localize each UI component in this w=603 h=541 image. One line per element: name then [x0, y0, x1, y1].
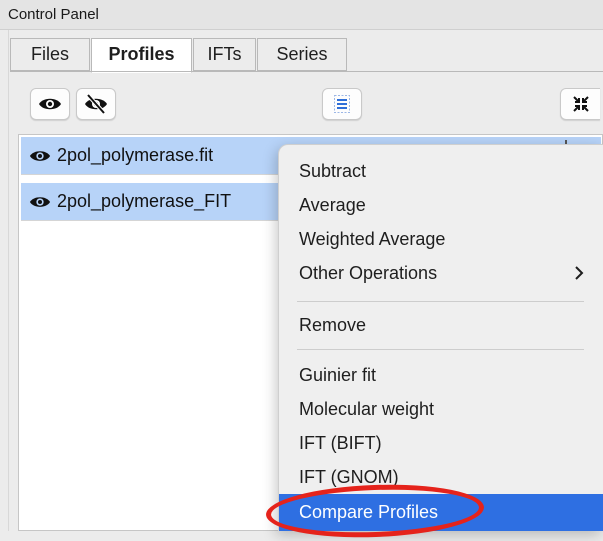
profile-name: 2pol_polymerase.fit [57, 145, 214, 165]
show-all-button[interactable] [30, 88, 70, 120]
menu-item-weighted-average[interactable]: Weighted Average [279, 223, 603, 255]
eye-icon [39, 98, 61, 110]
menu-item-remove[interactable]: Remove [279, 309, 603, 341]
menu-item-ift-gnom[interactable]: IFT (GNOM) [279, 461, 603, 493]
tab-profiles[interactable]: Profiles [91, 38, 192, 73]
menu-item-molecular-weight[interactable]: Molecular weight [279, 393, 603, 425]
panel-left-border [8, 30, 9, 531]
tab-bar: Files Profiles IFTs Series [10, 38, 603, 74]
menu-item-subtract[interactable]: Subtract [279, 155, 603, 187]
menu-item-other-operations[interactable]: Other Operations [279, 257, 603, 289]
menu-item-average[interactable]: Average [279, 189, 603, 221]
context-menu: Subtract Average Weighted Average Other … [278, 144, 603, 531]
eye-icon[interactable] [29, 148, 51, 164]
tab-files[interactable]: Files [10, 38, 90, 71]
menu-item-label: Other Operations [299, 263, 438, 283]
profile-item[interactable]: 2pol_polymerase_FIT [21, 183, 279, 221]
menu-item-ift-bift[interactable]: IFT (BIFT) [279, 427, 603, 459]
tab-divider [10, 71, 603, 72]
menu-separator [297, 349, 584, 350]
collapse-icon [572, 96, 589, 112]
tab-ifts[interactable]: IFTs [193, 38, 256, 71]
eye-icon[interactable] [29, 194, 51, 210]
menu-item-compare-profiles[interactable]: Compare Profiles [279, 494, 603, 531]
profile-name: 2pol_polymerase_FIT [57, 191, 232, 211]
menu-item-guinier-fit[interactable]: Guinier fit [279, 359, 603, 391]
collapse-all-button[interactable] [560, 88, 600, 120]
list-icon [334, 95, 350, 113]
window-title: Control Panel [8, 6, 99, 23]
window-titlebar: Control Panel [0, 0, 603, 30]
select-all-button[interactable] [322, 88, 362, 120]
menu-separator [297, 301, 584, 302]
tab-series[interactable]: Series [257, 38, 347, 71]
hide-all-button[interactable] [76, 88, 116, 120]
chevron-right-icon [574, 257, 584, 299]
eye-slash-icon [85, 94, 107, 114]
